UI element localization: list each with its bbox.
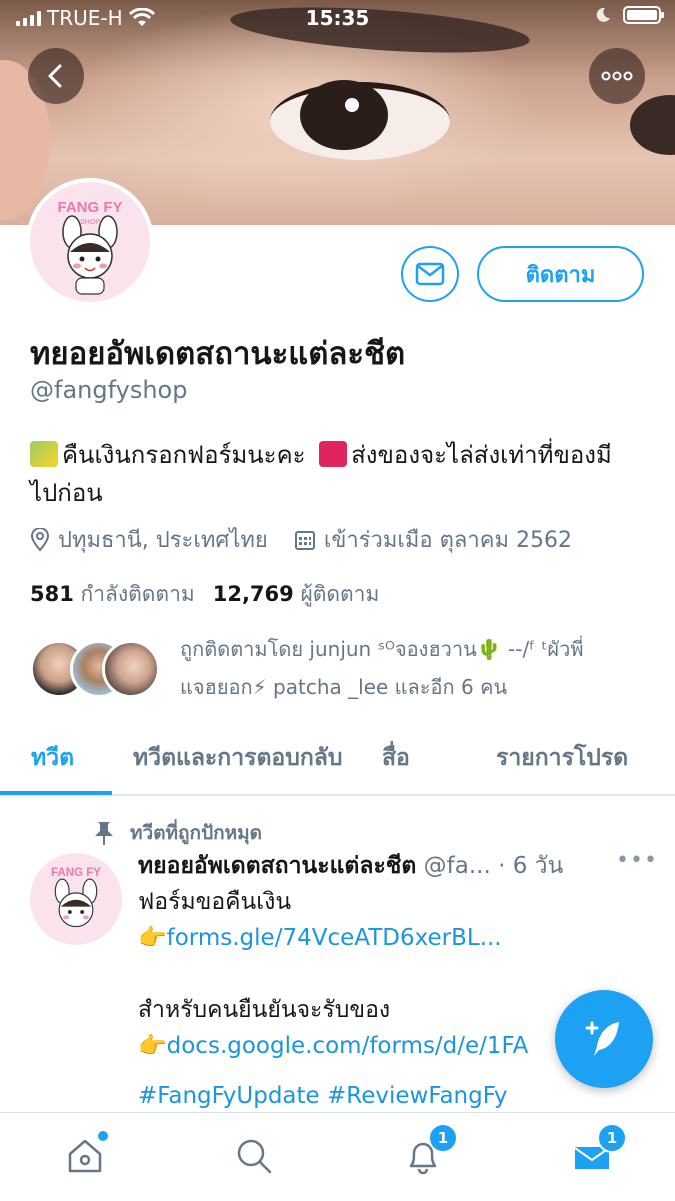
tweet-hashtags[interactable]: #FangFyUpdate #ReviewFangFy — [138, 1078, 648, 1114]
banner-iris — [300, 80, 388, 150]
profile-avatar[interactable]: FANG FY SHOP — [26, 178, 154, 306]
calendar-icon — [294, 530, 315, 550]
money-emoji-icon — [30, 441, 58, 467]
bio-line3: ไปก่อน — [30, 479, 103, 507]
status-bar: TRUE-H 15:35 — [0, 0, 675, 38]
bio-line1: คืนเงินกรอกฟอร์มนะคะ — [62, 441, 306, 469]
compose-tweet-button[interactable] — [555, 990, 653, 1088]
postbox-emoji-icon — [319, 441, 348, 467]
battery-icon — [623, 6, 664, 24]
messages-badge: 1 — [597, 1123, 627, 1153]
bio-line2: ส่งของจะไล่ส่งเท่าที่ของมี — [351, 441, 612, 469]
followed-by-section[interactable]: ถูกติดตามโดย junjun ˢᴼจองฮวาน🌵 --/ᶠ ᵗผัว… — [30, 630, 650, 710]
envelope-icon — [415, 262, 445, 286]
tab-tweets[interactable]: ทวีต — [31, 740, 74, 776]
more-options-button[interactable] — [589, 48, 645, 104]
home-unread-dot — [98, 1131, 108, 1141]
pointing-hand-icon: 👉 — [138, 925, 167, 951]
profile-bio: คืนเงินกรอกฟอร์มนะคะ ส่งของจะไล่ส่งเท่าท… — [30, 436, 650, 512]
tweet-avatar-logo-text: FANG FY — [51, 867, 101, 879]
joined-text: เข้าร่วมเมือ ตุลาคม 2562 — [323, 528, 572, 553]
follow-button[interactable]: ติดตาม — [477, 246, 644, 302]
pointing-hand-icon: 👉 — [138, 1033, 167, 1059]
notifications-badge: 1 — [428, 1123, 458, 1153]
followers-stat[interactable]: 12,769 ผู้ติดตาม — [213, 578, 380, 611]
following-label: กำลังติดตาม — [80, 582, 195, 606]
tweet-link-2[interactable]: docs.google.com/forms/d/e/1FA — [167, 1033, 529, 1059]
avatar-logo-sub: SHOP — [80, 219, 100, 226]
back-arrow-icon — [48, 64, 62, 88]
tab-media[interactable]: สื่อ — [382, 740, 410, 776]
followers-label: ผู้ติดตาม — [300, 582, 380, 606]
bottom-nav: 1 1 — [0, 1112, 675, 1201]
nav-notifications[interactable]: 1 — [398, 1123, 458, 1181]
follower-avatar-3 — [102, 640, 160, 698]
followed-by-line2: แจฮยอก⚡ patcha _lee และอีก 6 คน — [180, 675, 508, 699]
tweet-body: ฟอร์มขอคืนเงิน 👉forms.gle/74VceATD6xerBL… — [138, 884, 648, 1114]
tweet-author-name[interactable]: ทยอยอัพเดตสถานะแต่ละชีต — [138, 853, 416, 879]
pinned-label: ทวีตที่ถูกปักหมุด — [92, 818, 262, 848]
follow-counts: 581 กำลังติดตาม 12,769 ผู้ติดตาม — [30, 578, 379, 611]
tweet-more-button[interactable]: ••• — [616, 848, 658, 873]
tab-likes[interactable]: รายการโปรด — [496, 740, 628, 776]
pinned-text: ทวีตที่ถูกปักหมุด — [130, 822, 263, 844]
compose-feather-icon — [585, 1021, 619, 1056]
following-count: 581 — [30, 582, 74, 606]
followed-by-text: ถูกติดตามโดย junjun ˢᴼจองฮวาน🌵 --/ᶠ ᵗผัว… — [180, 630, 650, 706]
tweet-author-avatar[interactable]: FANG FY — [30, 853, 122, 945]
more-dots-icon — [601, 71, 633, 81]
location-text: ปทุมธานี, ประเทศไทย — [58, 528, 268, 553]
search-icon — [237, 1139, 272, 1174]
nav-home[interactable] — [60, 1131, 110, 1181]
tweet-header: ทยอยอัพเดตสถานะแต่ละชีต @fa... · 6 วัน — [138, 848, 563, 884]
status-time: 15:35 — [305, 6, 370, 30]
avatar-logo-text: FANG FY — [57, 199, 122, 216]
pin-icon — [95, 822, 113, 845]
location-pin-icon — [30, 527, 50, 552]
avatar-illustration: FANG FY SHOP — [30, 182, 150, 302]
tweet-line1: ฟอร์มขอคืนเงิน — [138, 889, 292, 915]
tweet-author-handle: @fa... — [423, 853, 491, 879]
nav-search[interactable] — [229, 1131, 279, 1181]
nav-messages[interactable]: 1 — [567, 1123, 627, 1181]
following-stat[interactable]: 581 กำลังติดตาม — [30, 578, 195, 611]
banner-glint — [345, 98, 359, 112]
profile-name: ทยอยอัพเดตสถานะแต่ละชีต — [30, 336, 406, 372]
followers-count: 12,769 — [212, 582, 294, 606]
moon-icon — [596, 7, 610, 22]
tweet-time: · 6 วัน — [498, 853, 564, 879]
tweet-avatar-illustration: FANG FY — [30, 853, 122, 945]
tweet-link-1[interactable]: forms.gle/74VceATD6xerBL... — [167, 925, 502, 951]
message-button[interactable] — [401, 246, 459, 302]
followed-by-line1: ถูกติดตามโดย junjun ˢᴼจองฮวาน🌵 --/ᶠ ᵗผัว… — [180, 637, 584, 661]
home-icon — [68, 1139, 102, 1173]
profile-meta: ปทุมธานี, ประเทศไทย เข้าร่วมเมือ ตุลาคม … — [30, 522, 598, 557]
back-button[interactable] — [28, 48, 84, 104]
profile-tabs: ทวีต ทวีตและการตอบกลับ สื่อ รายการโปรด — [0, 730, 675, 796]
profile-handle: @fangfyshop — [30, 376, 188, 404]
tab-tweets-replies[interactable]: ทวีตและการตอบกลับ — [133, 740, 342, 776]
active-tab-indicator — [0, 791, 112, 795]
